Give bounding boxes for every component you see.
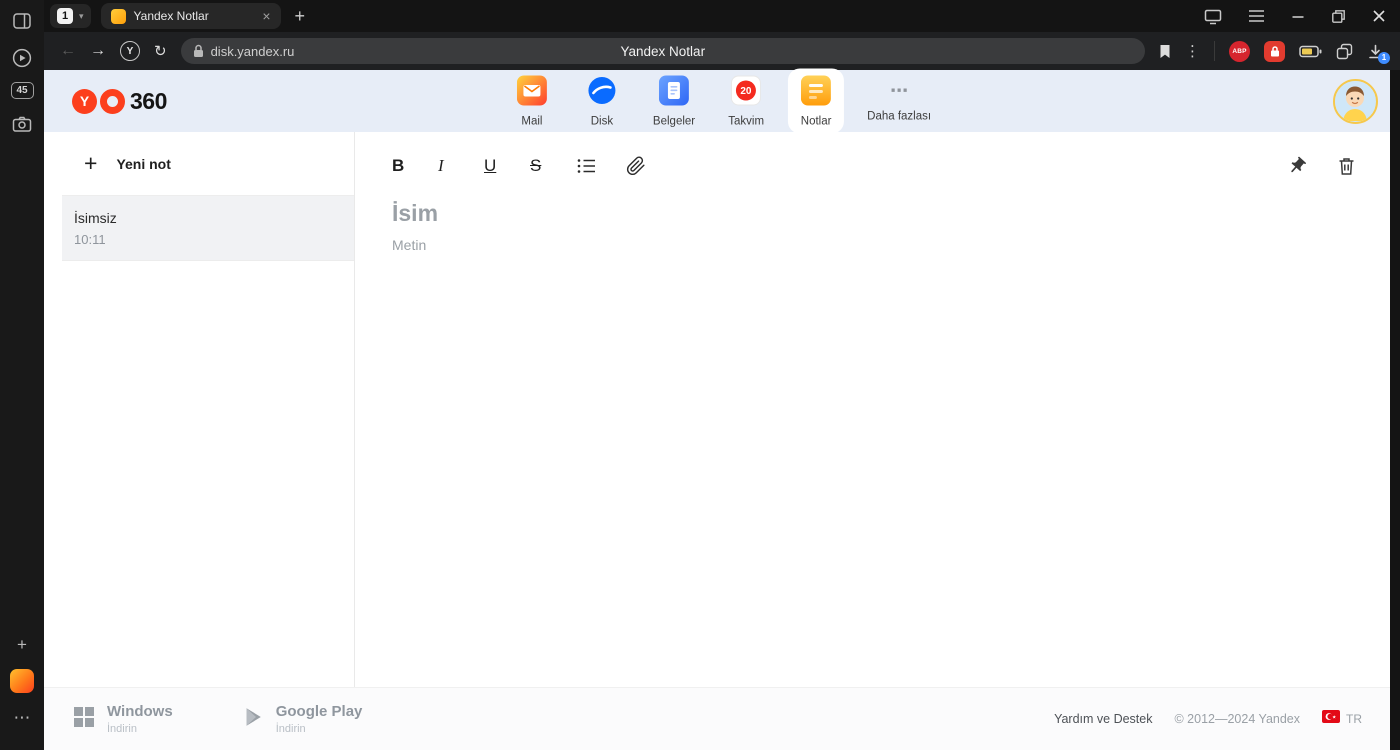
turkey-flag-icon xyxy=(1322,710,1340,728)
note-body-input[interactable]: Metin xyxy=(392,237,1356,253)
refresh-icon[interactable]: ↻ xyxy=(154,42,167,60)
nav-more[interactable]: ⋯ Daha fazlası xyxy=(858,69,940,129)
minimize-icon[interactable] xyxy=(1291,9,1305,23)
yandex-browser-icon[interactable]: Y xyxy=(120,41,140,61)
nav-mail[interactable]: Mail xyxy=(504,69,560,134)
more-vertical-icon[interactable]: ⋮ xyxy=(1185,42,1200,60)
plus-icon: + xyxy=(84,150,98,176)
logo-y-circle: Y xyxy=(72,88,97,114)
toolbar-divider xyxy=(1214,41,1215,61)
note-list-item[interactable]: İsimsiz 10:11 xyxy=(62,196,354,261)
yandex360-header: Y 360 Mail Disk Belgeler 20 Takvim Notla… xyxy=(44,68,1400,134)
chevron-down-icon: ▾ xyxy=(79,10,84,21)
url-text: disk.yandex.ru xyxy=(210,43,295,59)
close-icon[interactable] xyxy=(1372,9,1386,23)
service-nav: Mail Disk Belgeler 20 Takvim Notlar ⋯ Da… xyxy=(504,68,940,134)
browser-window: 45 + ⋯ 1 ▾ Yandex Notlar × + ← → Y ↻ dis… xyxy=(0,0,1400,750)
yandex-launcher-icon[interactable] xyxy=(10,669,34,693)
avatar[interactable] xyxy=(1333,78,1378,124)
logo-ring xyxy=(100,88,125,114)
google-play-download-link[interactable]: Google Play İndirin xyxy=(245,703,362,735)
rail-more-icon[interactable]: ⋯ xyxy=(9,705,35,731)
collections-icon[interactable] xyxy=(1336,43,1353,60)
italic-button[interactable]: I xyxy=(438,156,454,176)
screenshot-camera-icon[interactable] xyxy=(9,111,35,137)
url-omnibox[interactable]: disk.yandex.ru Yandex Notlar xyxy=(180,38,1145,64)
restore-icon[interactable] xyxy=(1331,9,1346,24)
notes-workspace: + Yeni not İsimsiz 10:11 B I U S İsim Me… xyxy=(44,132,1400,687)
browser-side-rail: 45 + ⋯ xyxy=(0,0,44,750)
forward-icon[interactable]: → xyxy=(90,43,106,59)
calendar-icon: 20 xyxy=(731,75,762,111)
windows-download-link[interactable]: Windows İndirin xyxy=(74,703,173,735)
page-footer: Windows İndirin Google Play İndirin Yard… xyxy=(44,687,1400,750)
yandex360-logo[interactable]: Y 360 xyxy=(72,88,167,115)
attachment-icon[interactable] xyxy=(626,156,646,176)
video-play-icon[interactable] xyxy=(9,45,35,71)
protect-extension-icon[interactable] xyxy=(1264,40,1285,62)
tab-title: Yandex Notlar xyxy=(133,9,209,23)
window-frame-edge xyxy=(1390,70,1400,750)
nav-docs[interactable]: Belgeler xyxy=(644,69,704,134)
tab-counter-badge[interactable]: 45 xyxy=(10,82,34,99)
bullet-list-icon[interactable] xyxy=(576,157,596,175)
more-services-icon: ⋯ xyxy=(890,80,909,100)
nav-notes[interactable]: Notlar xyxy=(788,68,845,134)
nav-calendar[interactable]: 20 Takvim xyxy=(718,69,774,134)
tab-group-number: 1 xyxy=(57,8,73,24)
note-editor: B I U S İsim Metin xyxy=(355,132,1400,687)
tab-close-icon[interactable]: × xyxy=(262,9,270,23)
calendar-day-badge: 20 xyxy=(741,86,753,97)
new-note-label: Yeni not xyxy=(116,155,171,172)
note-list-pane: + Yeni not İsimsiz 10:11 xyxy=(62,132,355,687)
bookmark-icon[interactable] xyxy=(1159,44,1171,59)
back-icon[interactable]: ← xyxy=(60,43,76,59)
battery-icon[interactable] xyxy=(1299,45,1322,58)
logo-360-text: 360 xyxy=(130,87,167,114)
page-title: Yandex Notlar xyxy=(620,43,706,59)
new-note-button[interactable]: + Yeni not xyxy=(62,132,354,196)
documents-icon xyxy=(659,75,690,111)
strikethrough-button[interactable]: S xyxy=(530,156,546,176)
adblock-extension-icon[interactable]: ABP xyxy=(1229,40,1250,62)
browser-tab-active[interactable]: Yandex Notlar × xyxy=(100,3,281,29)
underline-button[interactable]: U xyxy=(484,156,500,176)
editor-toolbar: B I U S xyxy=(392,144,1356,188)
tab-bar: 1 ▾ Yandex Notlar × + xyxy=(44,0,1400,32)
footer-right: Yardım ve Destek © 2012—2024 Yandex TR xyxy=(1054,710,1374,728)
web-page: Y 360 Mail Disk Belgeler 20 Takvim Notla… xyxy=(44,68,1400,750)
downloads-icon[interactable]: 1 xyxy=(1367,43,1390,64)
side-panel-icon[interactable] xyxy=(9,8,35,34)
note-title: İsimsiz xyxy=(74,210,117,226)
lock-icon xyxy=(193,44,204,58)
cast-icon[interactable] xyxy=(1204,8,1222,25)
google-play-icon xyxy=(245,707,263,732)
language-selector[interactable]: TR xyxy=(1322,710,1362,728)
window-controls xyxy=(1204,8,1386,25)
rail-add-icon[interactable]: + xyxy=(9,632,35,658)
copyright-text: © 2012—2024 Yandex xyxy=(1174,712,1300,726)
trash-icon[interactable] xyxy=(1337,156,1356,176)
note-title-input[interactable]: İsim xyxy=(392,200,1356,227)
bold-button[interactable]: B xyxy=(392,156,408,176)
menu-icon[interactable] xyxy=(1248,9,1265,23)
notes-icon xyxy=(801,75,832,111)
notes-favicon xyxy=(110,8,126,24)
help-link[interactable]: Yardım ve Destek xyxy=(1054,712,1152,726)
tab-group-selector[interactable]: 1 ▾ xyxy=(50,4,91,28)
pin-icon[interactable] xyxy=(1287,156,1307,176)
disk-icon xyxy=(587,76,617,111)
download-count-badge: 1 xyxy=(1378,51,1390,64)
mail-icon xyxy=(516,75,547,111)
address-bar: ← → Y ↻ disk.yandex.ru Yandex Notlar ⋮ A… xyxy=(44,32,1400,70)
note-time: 10:11 xyxy=(74,232,106,247)
windows-icon xyxy=(74,706,94,732)
new-tab-button[interactable]: + xyxy=(295,6,306,27)
nav-disk[interactable]: Disk xyxy=(574,69,630,134)
